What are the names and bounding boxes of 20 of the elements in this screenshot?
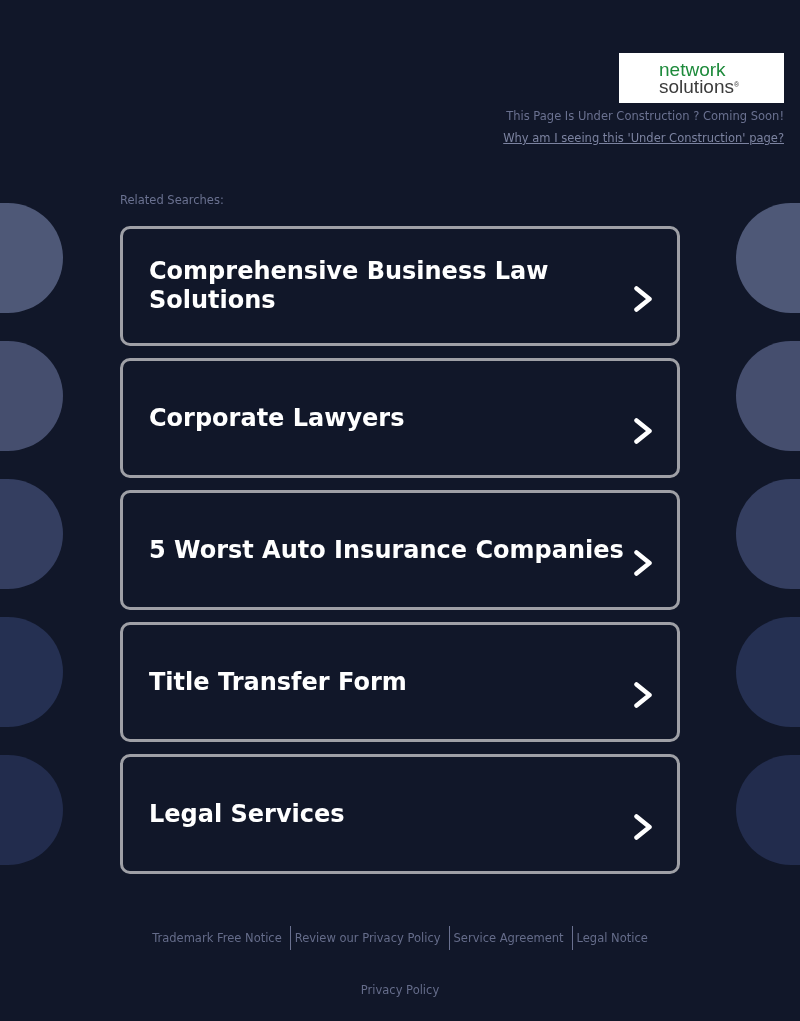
construction-notice: This Page Is Under Construction ? Coming Soon! — [506, 108, 784, 124]
related-search-link[interactable]: Legal Services — [120, 754, 680, 874]
related-searches-heading: Related Searches: — [120, 193, 225, 207]
related-search-link[interactable]: Title Transfer Form — [120, 622, 680, 742]
related-search-link[interactable]: Comprehensive Business Law Solutions — [120, 226, 680, 346]
footer-link[interactable]: Service Agreement — [453, 930, 564, 946]
chevron-right-icon — [634, 682, 652, 708]
privacy-policy-link[interactable]: Privacy Policy — [360, 983, 440, 997]
chevron-right-icon — [634, 814, 652, 840]
related-search-link[interactable]: 5 Worst Auto Insurance Companies — [120, 490, 680, 610]
logo-top-word: network — [659, 61, 726, 78]
footer-link[interactable]: Trademark Free Notice — [152, 930, 282, 946]
chevron-right-icon — [634, 418, 652, 444]
help-link[interactable]: Why am I seeing this 'Under Construction' page? — [503, 130, 784, 146]
chevron-right-icon — [634, 286, 652, 312]
chevron-right-icon — [634, 550, 652, 576]
related-search-link[interactable]: Corporate Lawyers — [120, 358, 680, 478]
footer-link[interactable]: Legal Notice — [576, 930, 648, 946]
footer-link[interactable]: Review our Privacy Policy — [294, 930, 441, 946]
logo-bottom-word: solutions$^{®}$ — [659, 77, 740, 95]
